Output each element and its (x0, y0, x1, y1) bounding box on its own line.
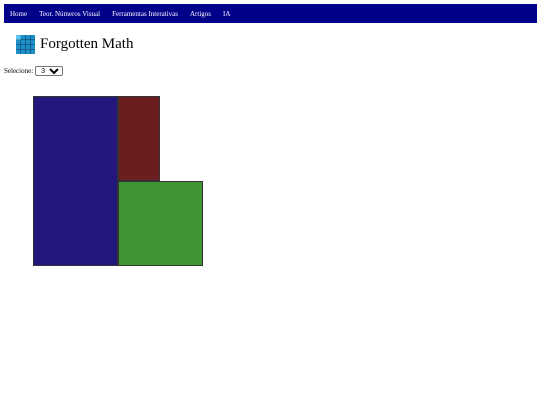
nav-ia-link[interactable]: IA (223, 10, 230, 18)
top-navbar: Home Teor. Números Visual Ferramentas In… (4, 4, 537, 23)
selector-label: Selecione: (4, 67, 34, 75)
large-square (33, 96, 118, 266)
nav-home-link[interactable]: Home (10, 10, 27, 18)
nav-artigos-link[interactable]: Artigos (190, 10, 211, 18)
size-select[interactable]: 3 (35, 66, 64, 76)
site-title: Forgotten Math (40, 36, 134, 52)
selector-row: Selecione: 3 (4, 66, 64, 76)
small-square (118, 96, 160, 181)
nav-teor-numeros-visual-link[interactable]: Teor. Números Visual (39, 10, 100, 18)
grid-logo-icon (16, 35, 35, 54)
squares-canvas (33, 96, 203, 266)
medium-square (118, 181, 203, 266)
nav-ferramentas-interativas-link[interactable]: Ferramentas Interativas (112, 10, 178, 18)
